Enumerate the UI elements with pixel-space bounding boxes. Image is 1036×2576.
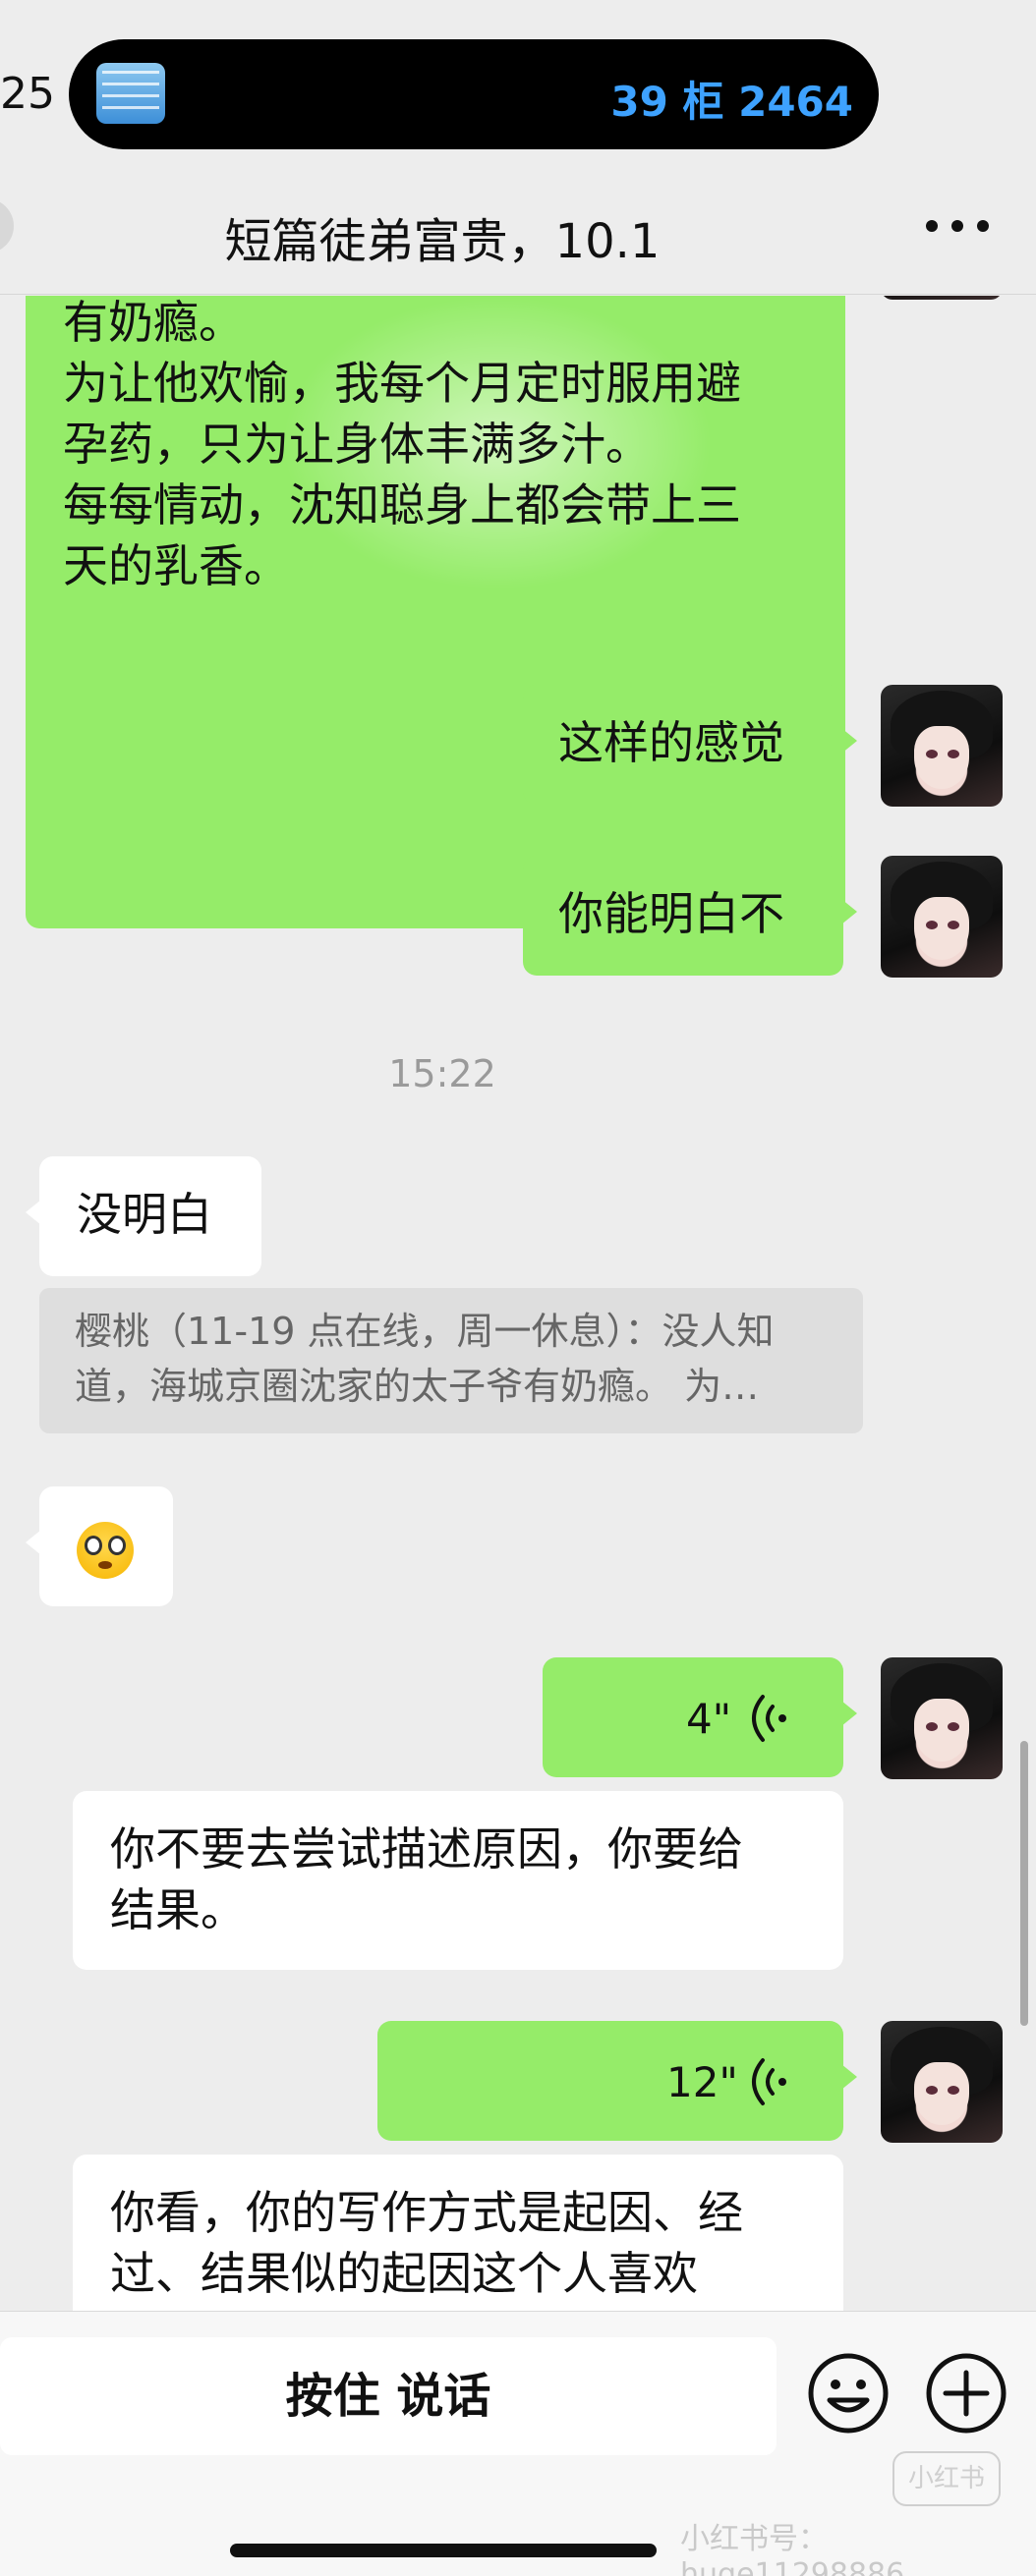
voice-transcript[interactable]: 你看，你的写作方式是起因、经 过、结果似的起因这个人喜欢 (73, 2155, 843, 2311)
received-message[interactable]: 没明白 (26, 1156, 261, 1276)
quoted-message[interactable]: 樱桃（11-19 点在线，周一休息）：没人知 道，海城京圈沈家的太子爷有奶瘾。 … (39, 1288, 863, 1433)
transcript-line: 你看，你的写作方式是起因、经 (110, 2186, 743, 2239)
voice-message[interactable]: 4" (543, 1657, 857, 1777)
voice-transcript[interactable]: 你不要去尝试描述原因，你要给 结果。 (73, 1791, 843, 1970)
more-dots-icon[interactable] (918, 196, 997, 255)
watermark-id: 小红书号：huge11298886 (680, 2522, 905, 2576)
dynamic-island-live-activity[interactable]: 39 柜 2464 (69, 39, 879, 149)
message-line: 孕药，只为让身体丰满多汁。 (63, 418, 651, 471)
my-avatar[interactable] (881, 1657, 1003, 1779)
status-time: 25 (0, 69, 55, 119)
emoji-icon[interactable] (806, 2351, 891, 2436)
sent-message[interactable]: 你能明白不 (523, 856, 857, 976)
my-avatar[interactable] (881, 685, 1003, 807)
transcript-line: 过、结果似的起因这个人喜欢 (110, 2247, 698, 2300)
hold-to-talk-button[interactable]: 按住 说话 (0, 2337, 777, 2455)
transcript-line: 结果。 (110, 1883, 246, 1936)
voice-duration: 4" (686, 1695, 732, 1743)
input-bar: 按住 说话 小红书 小红书号：huge11298886 (0, 2311, 1036, 2576)
my-avatar[interactable] (881, 2021, 1003, 2143)
voice-wave-icon (752, 2058, 786, 2105)
message-line: 每每情动，沈知聪身上都会带上三 (63, 478, 741, 532)
watermark-badge: 小红书 (892, 2451, 1001, 2506)
home-indicator[interactable] (230, 2544, 657, 2557)
voice-message[interactable]: 12" (377, 2021, 857, 2141)
transcript-line: 你不要去尝试描述原因，你要给 (110, 1822, 743, 1876)
my-avatar[interactable] (881, 856, 1003, 978)
message-line: 天的乳香。 (63, 539, 289, 592)
message-line: 有奶瘾。 (63, 296, 244, 349)
message-text: 没明白 (77, 1188, 212, 1241)
live-activity-text: 39 柜 2464 (610, 78, 853, 126)
message-text: 这样的感觉 (558, 716, 784, 769)
message-line: 为让他欢愉，我每个月定时服用避 (63, 357, 741, 410)
chat-title: 短篇徒弟富贵，10.1 (224, 214, 661, 269)
sent-message[interactable]: 这样的感觉 (523, 685, 857, 805)
scroll-indicator[interactable] (1020, 1741, 1028, 2026)
quote-line: 樱桃（11-19 点在线，周一休息）：没人知 (75, 1310, 775, 1353)
voice-wave-icon (752, 1695, 786, 1742)
chat-nav-bar: 短篇徒弟富贵，10.1 (0, 157, 1036, 295)
message-text: 你能明白不 (558, 887, 784, 940)
flushed-face-emoji-icon (77, 1522, 134, 1579)
message-list[interactable]: 有奶瘾。 为让他欢愉，我每个月定时服用避 孕药，只为让身体丰满多汁。 每每情动，… (0, 296, 1036, 2311)
sent-message-long[interactable]: 有奶瘾。 为让他欢愉，我每个月定时服用避 孕药，只为让身体丰满多汁。 每每情动，… (26, 296, 845, 928)
message-timestamp: 15:22 (388, 1052, 496, 1095)
plus-icon[interactable] (924, 2351, 1008, 2436)
quote-line: 道，海城京圈沈家的太子爷有奶瘾。 为… (75, 1365, 760, 1408)
received-emoji-message[interactable] (26, 1486, 173, 1606)
package-icon (96, 63, 165, 124)
voice-duration: 12" (666, 2058, 738, 2106)
my-avatar[interactable] (881, 296, 1003, 300)
